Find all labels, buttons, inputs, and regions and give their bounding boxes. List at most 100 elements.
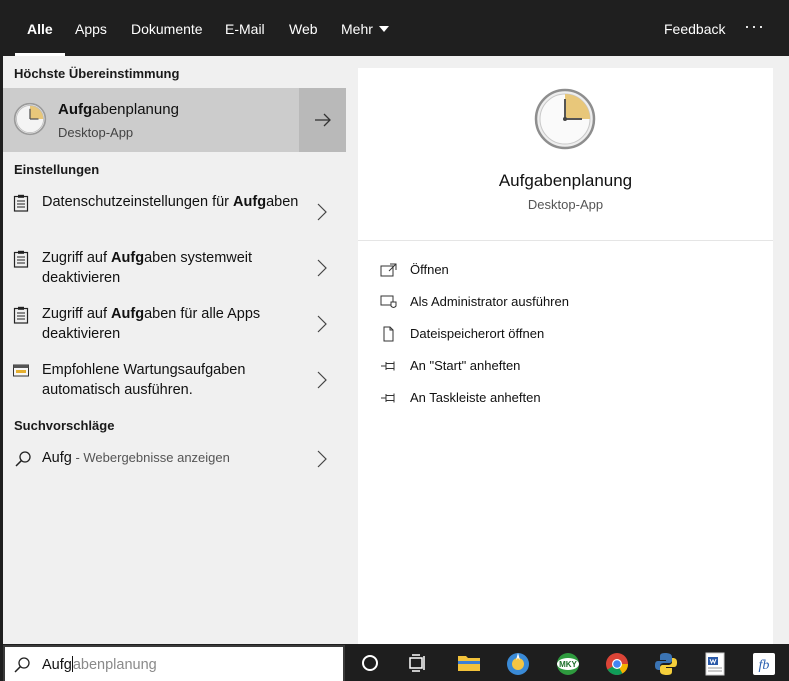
mky-icon: MKY: [557, 653, 579, 675]
chevron-right-icon: [317, 259, 327, 277]
file-explorer-button[interactable]: [446, 644, 490, 681]
best-match-result: Aufgabenplanung Desktop-App: [3, 88, 346, 152]
suggestion-query: Aufg: [42, 450, 72, 466]
chrome-button[interactable]: [594, 644, 638, 681]
open-icon: [380, 263, 397, 277]
suggestion-label: Aufg - Webergebnisse anzeigen: [42, 450, 230, 466]
label-highlight: Aufg: [111, 250, 145, 266]
label-text: Empfohlene Wartungsaufgaben automatisch …: [42, 362, 246, 398]
clock-icon: [534, 88, 596, 150]
open-action[interactable]: Öffnen: [380, 260, 760, 284]
action-label: Öffnen: [410, 262, 449, 277]
label-highlight: Aufg: [111, 306, 145, 322]
settings-result-label: Zugriff auf Aufgaben für alle Apps deakt…: [42, 304, 302, 344]
suggestions-heading: Suchvorschläge: [14, 418, 115, 433]
settings-result[interactable]: Zugriff auf Aufgaben für alle Apps deakt…: [3, 302, 346, 358]
suggestion-sub: - Webergebnisse anzeigen: [71, 450, 230, 465]
clock-icon: [13, 102, 47, 136]
mky-button[interactable]: MKY: [545, 644, 589, 681]
label-text: Datenschutzeinstellungen für: [42, 194, 234, 210]
word-button[interactable]: [692, 644, 736, 681]
action-label: Als Administrator ausführen: [410, 294, 569, 309]
settings-result[interactable]: Zugriff auf Aufgaben systemweit deaktivi…: [3, 246, 346, 302]
settings-result[interactable]: Empfohlene Wartungsaufgaben automatisch …: [3, 358, 346, 414]
label-text: Zugriff auf: [42, 250, 112, 266]
settings-result-label: Zugriff auf Aufgaben systemweit deaktivi…: [42, 248, 302, 288]
search-icon: [14, 657, 30, 673]
preview-title: Aufgabenplanung: [498, 171, 633, 190]
results-panel: Höchste Übereinstimmung Aufgabenplanung …: [3, 56, 346, 644]
tab-more-label: Mehr: [341, 21, 373, 37]
clipboard-icon: [13, 194, 29, 212]
expand-preview-button[interactable]: [299, 88, 346, 152]
mky-label: MKY: [559, 660, 577, 669]
settings-heading: Einstellungen: [14, 162, 100, 177]
chrome-icon: [606, 653, 628, 675]
feedback-button[interactable]: Feedback: [664, 0, 725, 56]
action-label: An Taskleiste anheften: [410, 390, 541, 405]
clipboard-icon: [13, 306, 29, 324]
chevron-right-icon: [317, 315, 327, 333]
label-text: aben: [266, 194, 299, 210]
fb-icon: fb: [753, 653, 775, 675]
file-location-action[interactable]: Dateispeicherort öffnen: [380, 324, 760, 348]
best-match-open[interactable]: Aufgabenplanung Desktop-App: [3, 88, 297, 152]
taskbar: MKY fb: [345, 644, 789, 681]
preview-pane: Aufgabenplanung Desktop-App Öffnen Als A…: [358, 68, 773, 644]
tab-apps[interactable]: Apps: [75, 0, 107, 56]
best-match-name: Aufgabenplanung: [58, 101, 179, 118]
best-match-subtitle: Desktop-App: [58, 125, 134, 140]
app-button[interactable]: [495, 644, 539, 681]
tab-documents[interactable]: Dokumente: [131, 0, 203, 56]
file-explorer-icon: [458, 656, 480, 671]
cortana-icon: [362, 655, 378, 671]
settings-result-label: Datenschutzeinstellungen für Aufgaben: [42, 192, 302, 212]
search-scope-bar: Alle Apps Dokumente E-Mail Web Mehr Feed…: [0, 0, 789, 56]
task-view-button[interactable]: [396, 644, 440, 681]
arrow-right-icon: [315, 113, 331, 127]
search-completion: abenplanung: [72, 657, 157, 673]
search-icon: [15, 451, 31, 467]
fb-button[interactable]: fb: [741, 644, 785, 681]
chevron-down-icon: [378, 26, 389, 32]
pin-icon: [381, 361, 395, 371]
more-options-button[interactable]: ···: [744, 0, 765, 56]
search-input[interactable]: Aufgabenplanung: [42, 656, 157, 673]
web-suggestion[interactable]: Aufg - Webergebnisse anzeigen: [3, 446, 346, 472]
chevron-right-icon: [317, 371, 327, 389]
settings-result-label: Empfohlene Wartungsaufgaben automatisch …: [42, 360, 302, 400]
chevron-right-icon: [317, 450, 327, 468]
label-highlight: Aufg: [233, 194, 267, 210]
pin-to-start-action[interactable]: An "Start" anheften: [380, 356, 760, 380]
python-button[interactable]: [643, 644, 687, 681]
search-box[interactable]: Aufgabenplanung: [3, 645, 345, 681]
chevron-right-icon: [317, 203, 327, 221]
search-typed: Aufg: [42, 657, 72, 673]
file-location-icon: [383, 326, 394, 342]
fb-label: fb: [759, 658, 770, 673]
word-icon: [705, 652, 725, 676]
divider: [358, 240, 773, 241]
pin-to-taskbar-action[interactable]: An Taskleiste anheften: [380, 388, 760, 412]
tab-email[interactable]: E-Mail: [225, 0, 265, 56]
cortana-button[interactable]: [348, 644, 392, 681]
action-label: Dateispeicherort öffnen: [410, 326, 545, 341]
clipboard-icon: [13, 250, 29, 268]
preview-subtitle: Desktop-App: [527, 197, 604, 212]
python-icon: [655, 653, 677, 675]
tab-more[interactable]: Mehr: [341, 0, 389, 56]
task-view-icon: [409, 654, 425, 672]
best-match-heading: Höchste Übereinstimmung: [14, 66, 180, 81]
run-as-admin-icon: [380, 295, 397, 308]
best-match-name-bold: Aufg: [58, 101, 93, 118]
best-match-name-rest: abenplanung: [92, 101, 179, 118]
action-label: An "Start" anheften: [410, 358, 521, 373]
run-as-admin-action[interactable]: Als Administrator ausführen: [380, 292, 760, 316]
maintenance-icon: [13, 364, 29, 377]
pin-icon: [381, 393, 395, 403]
app-icon: [507, 653, 529, 675]
tab-web[interactable]: Web: [289, 0, 318, 56]
label-text: Zugriff auf: [42, 306, 112, 322]
settings-result[interactable]: Datenschutzeinstellungen für Aufgaben: [3, 190, 346, 246]
tab-all[interactable]: Alle: [15, 0, 65, 56]
